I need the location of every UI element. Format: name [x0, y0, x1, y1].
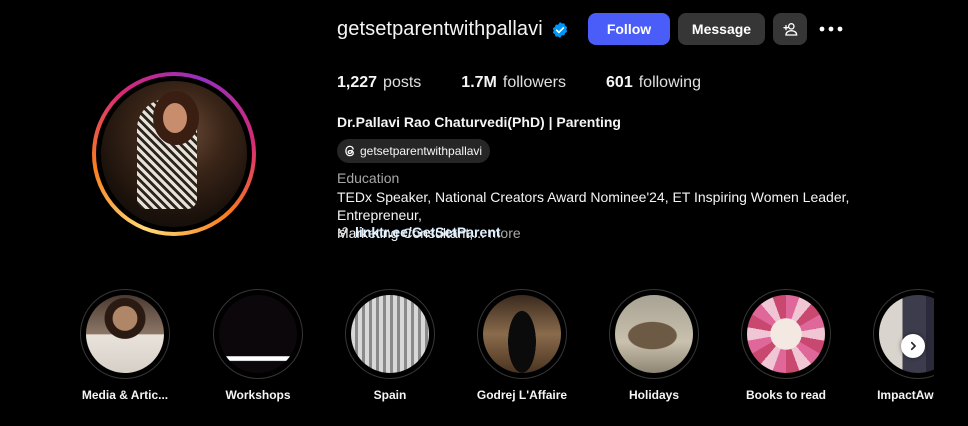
chevron-right-icon — [910, 341, 916, 351]
highlight-label: Godrej L'Affaire — [476, 388, 568, 402]
stat-value: 1.7M — [461, 74, 497, 91]
profile-avatar[interactable] — [92, 72, 256, 236]
highlight-ring — [741, 289, 831, 379]
stat-label: posts — [383, 74, 422, 91]
avatar-face — [163, 103, 187, 133]
suggest-accounts-button[interactable] — [773, 13, 807, 45]
message-button[interactable]: Message — [678, 13, 765, 45]
highlights-next-button[interactable] — [901, 334, 925, 358]
link-icon — [338, 227, 348, 237]
highlight-cover — [483, 295, 561, 373]
highlights-clip-edge — [934, 280, 968, 426]
threads-icon — [345, 145, 354, 157]
threads-badge[interactable]: getsetparentwithpallavi — [337, 139, 491, 163]
profile-stats: 1,227 posts 1.7M followers 601 following — [337, 74, 741, 92]
stat-posts: 1,227 posts — [337, 74, 421, 92]
profile-full-name: Dr.Pallavi Rao Chaturvedi(PhD) | Parenti… — [337, 114, 621, 130]
avatar-photo — [101, 81, 247, 227]
highlight-label: Spain — [373, 388, 407, 402]
highlight-ring — [609, 289, 699, 379]
highlight-cover — [219, 295, 297, 373]
highlight-ring — [345, 289, 435, 379]
highlight-label: Holidays — [628, 388, 679, 402]
highlight-item[interactable]: Books to read — [740, 289, 832, 402]
stat-followers[interactable]: 1.7M followers — [461, 74, 566, 92]
highlight-ring — [477, 289, 567, 379]
follow-button[interactable]: Follow — [588, 13, 670, 45]
stat-label: followers — [502, 74, 567, 91]
profile-category: Education — [337, 170, 400, 186]
more-options-button[interactable] — [818, 19, 844, 39]
highlight-ring — [213, 289, 303, 379]
highlight-cover — [615, 295, 693, 373]
highlight-item[interactable]: Media & Artic... — [79, 289, 171, 402]
profile-external-link[interactable]: linktr.ee/GetSetParent — [337, 224, 501, 240]
highlight-cover — [747, 295, 825, 373]
bio-line-1: TEDx Speaker, National Creators Award No… — [337, 189, 850, 223]
highlight-label: Workshops — [225, 388, 291, 402]
profile-username: getsetparentwithpallavi — [337, 18, 543, 40]
highlight-label: Books to read — [745, 388, 826, 402]
ellipsis-icon — [819, 26, 843, 32]
highlight-item[interactable]: Holidays — [608, 289, 700, 402]
stat-value: 601 — [606, 74, 633, 91]
highlight-cover — [351, 295, 429, 373]
verified-badge-icon — [552, 22, 568, 38]
person-plus-icon — [783, 23, 798, 36]
stat-label: following — [638, 74, 701, 91]
highlight-item[interactable]: Spain — [344, 289, 436, 402]
threads-handle: getsetparentwithpallavi — [360, 144, 483, 158]
highlight-item[interactable]: Workshops — [212, 289, 304, 402]
stat-following[interactable]: 601 following — [606, 74, 701, 92]
highlight-ring — [80, 289, 170, 379]
link-text: linktr.ee/GetSetParent — [355, 224, 501, 240]
highlight-label: Media & Artic... — [81, 388, 169, 402]
stat-value: 1,227 — [337, 74, 378, 91]
highlight-item[interactable]: Godrej L'Affaire — [476, 289, 568, 402]
highlight-cover — [86, 295, 164, 373]
